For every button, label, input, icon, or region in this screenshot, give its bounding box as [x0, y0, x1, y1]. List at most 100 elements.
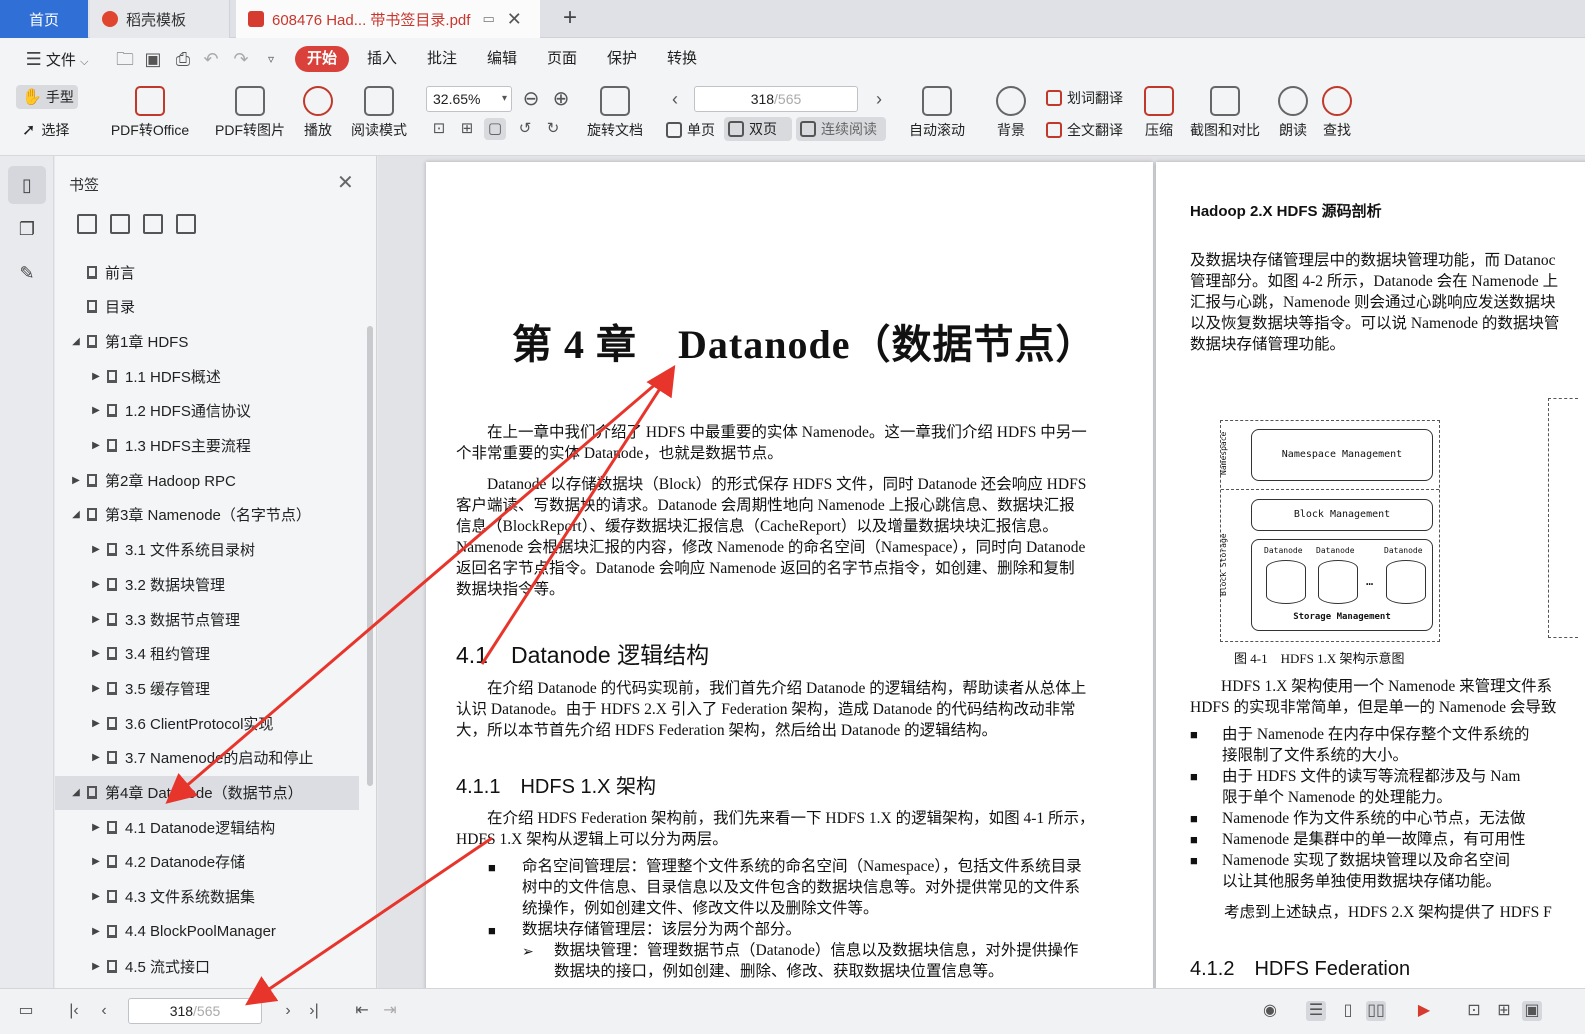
screenshot-compare-button[interactable]: 截图和对比: [1186, 86, 1264, 140]
expand-arrow-icon[interactable]: ▶: [89, 891, 103, 902]
expand-arrow-icon[interactable]: ▶: [89, 683, 103, 694]
bookmark-item[interactable]: 目录: [55, 290, 359, 324]
bookmark-item[interactable]: ▶ 4.5 流式接口: [55, 949, 359, 983]
menu-convert[interactable]: 转换: [666, 46, 698, 72]
bookmark-item[interactable]: 前言: [55, 255, 359, 289]
close-icon[interactable]: ✕: [337, 170, 354, 195]
add-bookmark-icon[interactable]: [77, 214, 97, 234]
fit-page-icon[interactable]: ⊞: [456, 118, 478, 140]
auto-scroll-button[interactable]: 自动滚动: [902, 86, 972, 140]
menu-annotate[interactable]: 批注: [426, 46, 458, 72]
bookmark-delete-icon[interactable]: [176, 214, 196, 234]
next-page-icon[interactable]: ›: [278, 1001, 298, 1021]
document-viewport[interactable]: 第 4 章 Datanode（数据节点） 在上一章中我们介绍了 HDFS 中最重…: [378, 156, 1585, 988]
play-icon[interactable]: ▶: [1414, 1001, 1434, 1021]
bookmark-panel-icon[interactable]: ▯: [8, 166, 46, 204]
save-icon[interactable]: ▣: [142, 48, 164, 70]
expand-arrow-icon[interactable]: ▶: [89, 405, 103, 416]
sidebar-scrollbar[interactable]: [367, 326, 373, 786]
bookmark-item[interactable]: ▶ 1.3 HDFS主要流程: [55, 429, 359, 463]
monitor-icon[interactable]: ▭: [482, 11, 494, 27]
tab-home[interactable]: 首页: [0, 0, 88, 38]
tab-document[interactable]: 608476 Had... 带书签目录.pdf ▭ ✕: [236, 0, 540, 38]
next-page-icon[interactable]: ›: [868, 88, 890, 110]
forward-view-icon[interactable]: ⇥: [380, 1001, 400, 1021]
bookmark-item[interactable]: ◢ 第3章 Namenode（名字节点）: [55, 498, 359, 532]
expand-arrow-icon[interactable]: ▶: [89, 752, 103, 763]
expand-arrow-icon[interactable]: ▶: [89, 614, 103, 625]
print-icon[interactable]: ⎙: [172, 48, 194, 70]
bookmark-item[interactable]: ▶ 4.1 Datanode逻辑结构: [55, 810, 359, 844]
menu-insert[interactable]: 插入: [366, 46, 398, 72]
bookmark-edit-icon[interactable]: [143, 214, 163, 234]
prev-page-icon[interactable]: ‹: [664, 88, 686, 110]
page-number-input[interactable]: 318/565: [694, 86, 858, 112]
bookmark-item[interactable]: ▶ 4.2 Datanode存储: [55, 845, 359, 879]
collapse-arrow-icon[interactable]: ◢: [69, 336, 83, 347]
bookmark-item[interactable]: ▶ 3.5 缓存管理: [55, 671, 359, 705]
thumbnail-panel-icon[interactable]: ❐: [8, 210, 46, 248]
add-child-bookmark-icon[interactable]: [110, 214, 130, 234]
zoom-in-icon[interactable]: ⊕: [550, 88, 572, 110]
bookmark-item[interactable]: ▶ 1.2 HDFS通信协议: [55, 394, 359, 428]
read-mode-button[interactable]: 阅读模式: [348, 86, 410, 140]
bookmark-item[interactable]: ◢ 第1章 HDFS: [55, 324, 359, 358]
bookmark-item[interactable]: ▶ 3.4 租约管理: [55, 637, 359, 671]
single-view-icon[interactable]: ▯: [1338, 1001, 1358, 1021]
bookmark-item[interactable]: ▶ 3.6 ClientProtocol实现: [55, 706, 359, 740]
actual-size-icon[interactable]: ⊡: [1464, 1001, 1484, 1021]
menu-protect[interactable]: 保护: [606, 46, 638, 72]
actual-size-icon[interactable]: ⊡: [428, 118, 450, 140]
menu-start[interactable]: 开始: [295, 46, 350, 72]
bookmark-item[interactable]: ▶ 3.2 数据块管理: [55, 567, 359, 601]
zoom-select[interactable]: 32.65% ▾: [426, 86, 512, 112]
bookmark-item[interactable]: ▶ 第2章 Hadoop RPC: [55, 463, 359, 497]
continuous-read-button[interactable]: 连续阅读: [796, 117, 886, 141]
bookmark-item[interactable]: ▶ 4.4 BlockPoolManager: [55, 914, 359, 948]
menu-edit[interactable]: 编辑: [486, 46, 518, 72]
collapse-arrow-icon[interactable]: ◢: [69, 787, 83, 798]
rotate-right-icon[interactable]: ↻: [542, 118, 564, 140]
zoom-out-icon[interactable]: ⊖: [520, 88, 542, 110]
first-page-icon[interactable]: |‹: [64, 1001, 84, 1021]
select-tool-button[interactable]: ➚ 选择: [22, 118, 69, 142]
background-button[interactable]: 背景: [990, 86, 1032, 140]
hand-tool-button[interactable]: ✋ 手型: [16, 85, 78, 109]
bookmark-item[interactable]: ▶ 3.3 数据节点管理: [55, 602, 359, 636]
tab-template[interactable]: 稻壳模板: [90, 0, 230, 38]
compress-button[interactable]: 压缩: [1142, 86, 1176, 140]
single-page-button[interactable]: 单页: [666, 118, 715, 142]
expand-arrow-icon[interactable]: ▶: [89, 718, 103, 729]
close-tab-icon[interactable]: ✕: [507, 9, 522, 30]
undo-icon[interactable]: ↶: [200, 48, 222, 70]
word-translate-button[interactable]: 划词翻译: [1046, 86, 1123, 110]
fit-page-icon[interactable]: ⊞: [1494, 1001, 1514, 1021]
prev-page-icon[interactable]: ‹: [94, 1001, 114, 1021]
status-page-input[interactable]: 318/565: [128, 998, 262, 1024]
expand-arrow-icon[interactable]: ▶: [89, 544, 103, 555]
play-button[interactable]: 播放: [300, 86, 336, 140]
more-dropdown-icon[interactable]: ▿: [260, 48, 282, 70]
double-view-icon[interactable]: ▯▯: [1366, 1001, 1386, 1021]
pdf-to-image-button[interactable]: PDF转图片: [212, 86, 288, 140]
bookmark-item[interactable]: ▶ 1.1 HDFS概述: [55, 359, 359, 393]
double-page-button[interactable]: 双页: [724, 117, 792, 141]
collapse-arrow-icon[interactable]: ◢: [69, 509, 83, 520]
pdf-to-office-button[interactable]: PDF转Office: [102, 86, 198, 140]
bookmark-item[interactable]: ▶ 3.7 Namenode的启动和停止: [55, 741, 359, 775]
expand-arrow-icon[interactable]: ▶: [89, 961, 103, 972]
file-menu[interactable]: ☰ 文件 ⌵: [12, 46, 102, 72]
open-folder-icon[interactable]: 🗀: [114, 48, 136, 70]
expand-arrow-icon[interactable]: ▶: [89, 648, 103, 659]
eye-protection-icon[interactable]: ◉: [1260, 1001, 1280, 1021]
bookmark-item[interactable]: ▶ 3.1 文件系统目录树: [55, 533, 359, 567]
full-translate-button[interactable]: 全文翻译: [1046, 118, 1123, 142]
find-button[interactable]: 查找: [1320, 86, 1354, 140]
expand-arrow-icon[interactable]: ▶: [89, 926, 103, 937]
read-aloud-button[interactable]: 朗读: [1276, 86, 1310, 140]
fit-width-icon[interactable]: ▢: [484, 118, 506, 140]
redo-icon[interactable]: ↷: [230, 48, 252, 70]
new-tab-button[interactable]: +: [556, 4, 584, 32]
menu-page[interactable]: 页面: [546, 46, 578, 72]
expand-arrow-icon[interactable]: ▶: [69, 475, 83, 486]
